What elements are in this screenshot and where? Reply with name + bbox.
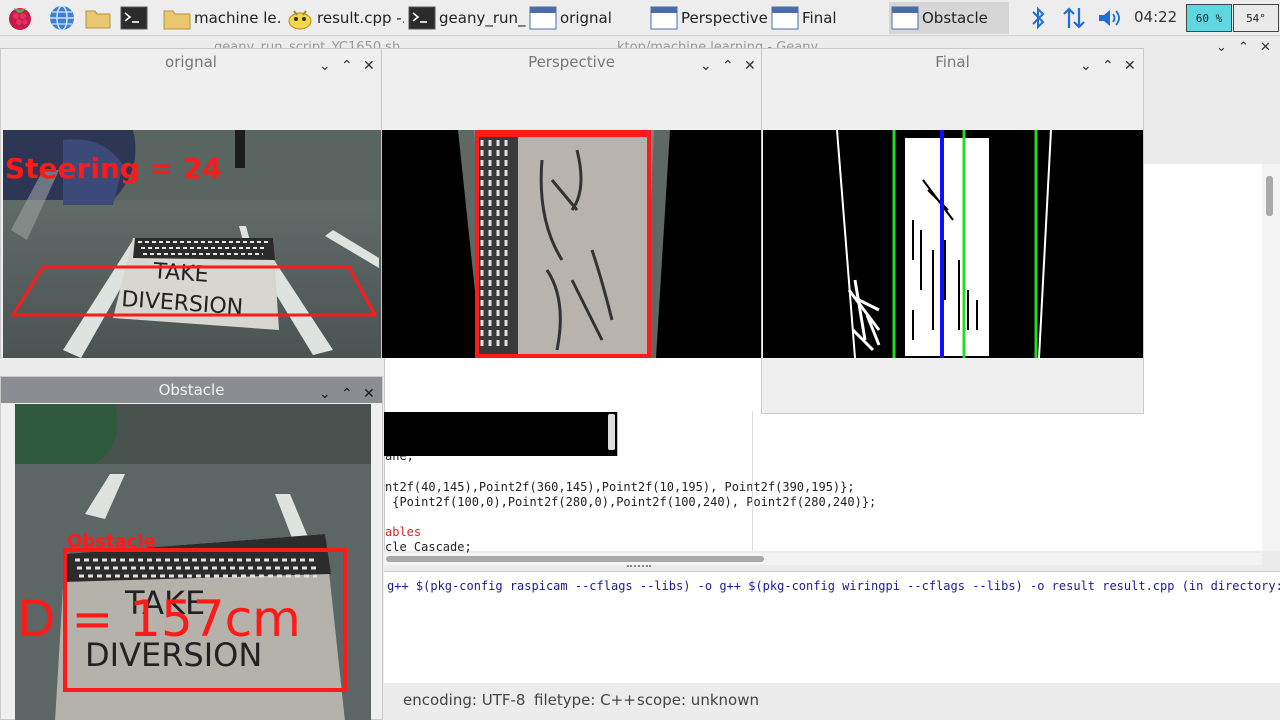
compiler-messages[interactable]: g++ $(pkg-config raspicam --cflags --lib… — [384, 571, 1280, 683]
window-titlebar[interactable]: Obstacle ⌄ ⌃ ✕ — [1, 377, 382, 403]
status-filetype: filetype: C++ — [534, 691, 636, 709]
perspective-warped-image — [382, 130, 761, 358]
window-title: orignal — [165, 53, 217, 71]
compiler-message-line: g++ $(pkg-config raspicam --cflags --lib… — [387, 579, 1280, 593]
window-icon — [650, 6, 678, 30]
minimize-icon[interactable]: ⌄ — [1216, 40, 1227, 55]
close-icon[interactable]: ✕ — [1124, 53, 1136, 79]
close-icon[interactable]: ✕ — [744, 53, 756, 79]
taskbar: machine le… result.cpp -… geany_run_… or… — [0, 0, 1280, 36]
maximize-icon[interactable]: ⌃ — [341, 53, 353, 79]
minimize-icon[interactable]: ⌄ — [700, 53, 712, 79]
code-line: cle_Cascade; — [385, 540, 472, 554]
bluetooth-icon[interactable] — [1027, 4, 1049, 32]
status-bar: encoding: UTF-8 filetype: C++ scope: unk… — [384, 687, 1280, 717]
close-icon[interactable]: ✕ — [363, 53, 375, 79]
window-icon — [891, 6, 919, 30]
folder-icon — [163, 10, 191, 30]
sign-text-take: TAKE — [152, 259, 210, 288]
task-final[interactable]: Final — [769, 2, 889, 34]
final-window[interactable]: Final ⌄ ⌃ ✕ — [761, 48, 1144, 414]
code-line: {Point2f(100,0),Point2f(280,0),Point2f(1… — [385, 495, 877, 509]
terminal-pane[interactable] — [384, 412, 618, 456]
task-label: Final — [802, 9, 837, 27]
maximize-icon[interactable]: ⌃ — [1238, 40, 1249, 55]
status-encoding: encoding: UTF-8 — [403, 691, 526, 709]
minimize-icon[interactable]: ⌄ — [319, 53, 331, 79]
task-perspective[interactable]: Perspective — [648, 2, 768, 34]
window-title: Final — [935, 53, 970, 71]
maximize-icon[interactable]: ⌃ — [1102, 53, 1114, 79]
window-titlebar[interactable]: Perspective ⌄ ⌃ ✕ — [382, 49, 761, 75]
task-geany-run[interactable]: geany_run_… — [406, 2, 526, 34]
obstacle-window[interactable]: Obstacle ⌄ ⌃ ✕ TAKE DIVERSION Obstacle D… — [0, 376, 383, 720]
window-icon — [529, 6, 557, 30]
editor-vertical-scrollbar[interactable] — [1262, 164, 1280, 551]
code-line: nt2f(40,145),Point2f(360,145),Point2f(10… — [385, 480, 855, 494]
final-lane-detection-image — [763, 130, 1143, 358]
task-label: machine le… — [194, 9, 281, 27]
terminal-launcher-icon[interactable] — [120, 4, 148, 32]
task-machine-learning[interactable]: machine le… — [161, 2, 281, 34]
steering-overlay: Steering = 24 — [5, 152, 222, 185]
task-label: orignal — [560, 9, 612, 27]
window-title: Perspective — [528, 53, 615, 71]
task-result-cpp[interactable]: result.cpp -… — [284, 2, 404, 34]
desktop: machine le… result.cpp -… geany_run_… or… — [0, 0, 1280, 720]
task-label: Perspective — [681, 9, 768, 27]
terminal-icon — [408, 6, 436, 30]
clock[interactable]: 04:22 — [1134, 8, 1177, 26]
task-label: geany_run_… — [439, 9, 526, 27]
scrollbar-thumb[interactable] — [1266, 176, 1273, 216]
perspective-window[interactable]: Perspective ⌄ ⌃ ✕ — [381, 48, 762, 358]
editor-divider — [752, 411, 753, 551]
geany-lamp-icon — [288, 10, 312, 30]
scrollbar-thumb[interactable] — [386, 556, 764, 562]
task-obstacle[interactable]: Obstacle — [889, 2, 1009, 34]
close-icon[interactable]: ✕ — [1260, 40, 1271, 55]
network-transfer-icon[interactable] — [1060, 4, 1088, 32]
temperature-monitor[interactable]: 54° — [1233, 4, 1279, 32]
original-camera-image: TAKE DIVERSION Steering = 24 — [3, 130, 381, 358]
status-scope: scope: unknown — [637, 691, 759, 709]
cpu-monitor[interactable]: 60 % — [1186, 4, 1232, 32]
maximize-icon[interactable]: ⌃ — [722, 53, 734, 79]
window-title: Obstacle — [158, 381, 225, 399]
minimize-icon[interactable]: ⌄ — [1080, 53, 1092, 79]
web-browser-icon[interactable] — [48, 4, 76, 32]
raspberry-menu-icon[interactable] — [6, 4, 34, 32]
code-line: ables — [385, 525, 422, 539]
terminal-scrollbar[interactable] — [608, 414, 615, 450]
window-titlebar[interactable]: orignal ⌄ ⌃ ✕ — [1, 49, 381, 75]
window-icon — [771, 6, 799, 30]
distance-overlay: D = 157cm — [17, 590, 301, 648]
task-orignal[interactable]: orignal — [527, 2, 647, 34]
orignal-window[interactable]: orignal ⌄ ⌃ ✕ TAKE DIVERSION Steering = … — [0, 48, 382, 358]
obstacle-camera-image: TAKE DIVERSION Obstacle D = 157cm — [15, 404, 371, 720]
obstacle-label: Obstacle — [67, 531, 156, 552]
window-titlebar[interactable]: Final ⌄ ⌃ ✕ — [762, 49, 1143, 75]
task-label: result.cpp -… — [317, 9, 404, 27]
editor-horizontal-scrollbar[interactable] — [384, 553, 1262, 565]
file-manager-icon[interactable] — [84, 4, 112, 32]
task-label: Obstacle — [922, 9, 988, 27]
volume-icon[interactable] — [1096, 4, 1124, 32]
